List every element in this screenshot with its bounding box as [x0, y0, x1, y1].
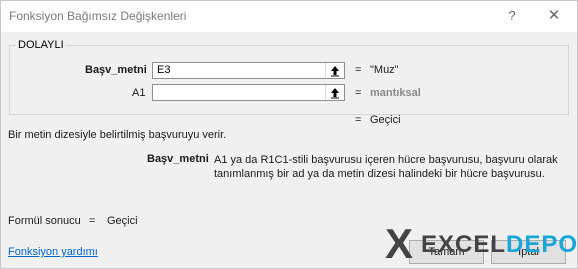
function-description: Bir metin dizesiyle belirtilmiş başvuruy… — [8, 129, 227, 141]
arg-equals: = — [355, 87, 362, 99]
collapse-dialog-button[interactable] — [325, 63, 344, 78]
formula-result-value: Geçici — [107, 215, 138, 227]
arg-result: "Muz" — [370, 64, 399, 76]
arg-help-name: Başv_metni — [147, 153, 209, 165]
function-result-value: Geçici — [370, 114, 401, 126]
arg-input-basv-metni[interactable]: E3 — [152, 62, 345, 79]
formula-result-label: Formül sonucu — [8, 215, 81, 227]
cancel-button[interactable]: İptal — [491, 240, 566, 264]
function-group-box: DOLAYLI — [9, 39, 569, 115]
function-name: DOLAYLI — [16, 39, 66, 51]
collapse-dialog-button[interactable] — [325, 85, 344, 100]
arg-result-type: mantıksal — [370, 87, 421, 99]
function-result-equals: = — [355, 114, 362, 126]
arrow-up-icon — [331, 65, 339, 76]
arg-help-text: A1 ya da R1C1-stili başvurusu içeren hüc… — [214, 154, 558, 180]
arg-label-a1: A1 — [132, 87, 146, 99]
arrow-up-icon — [331, 87, 339, 98]
arg-equals: = — [355, 64, 362, 76]
help-button[interactable]: ? — [501, 4, 523, 28]
ok-button[interactable]: Tamam — [409, 240, 484, 264]
close-button[interactable]: ✕ — [543, 4, 565, 28]
arg-label-basv-metni: Başv_metni — [85, 64, 147, 76]
function-help-link[interactable]: Fonksiyon yardımı — [8, 246, 98, 258]
dialog-title: Fonksiyon Bağımsız Değişkenleri — [9, 9, 187, 23]
formula-result-equals: = — [89, 215, 96, 227]
function-arguments-dialog: Fonksiyon Bağımsız Değişkenleri ? ✕ DOLA… — [0, 0, 578, 269]
arg-input-a1[interactable] — [152, 84, 345, 101]
title-bar: Fonksiyon Bağımsız Değişkenleri ? ✕ — [1, 1, 577, 32]
arg-input-value: E3 — [157, 64, 171, 76]
